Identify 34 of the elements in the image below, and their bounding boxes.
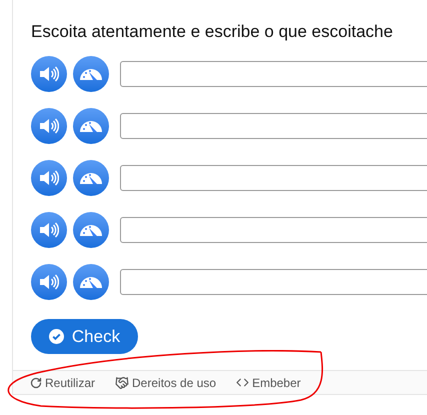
- slow-speed-button[interactable]: [73, 108, 109, 144]
- speaker-icon: [39, 274, 59, 290]
- refresh-icon: [30, 376, 42, 388]
- speaker-icon: [39, 118, 59, 134]
- gauge-icon: [79, 275, 103, 289]
- answer-field[interactable]: [120, 113, 427, 139]
- gauge-icon: [79, 171, 103, 185]
- play-audio-button[interactable]: [31, 212, 67, 248]
- footer-link[interactable]: Reutilizar: [30, 374, 96, 392]
- play-audio-button[interactable]: [31, 264, 67, 300]
- gauge-icon: [79, 223, 103, 237]
- play-audio-button[interactable]: [31, 56, 67, 92]
- gauge-icon: [79, 119, 103, 133]
- code-icon: [236, 376, 250, 389]
- slow-speed-button[interactable]: [73, 56, 109, 92]
- check-button[interactable]: Check: [31, 319, 138, 354]
- answer-field[interactable]: [120, 269, 427, 295]
- footer-link[interactable]: Dereitos de uso: [115, 374, 216, 392]
- footer-link[interactable]: Embeber: [236, 374, 301, 392]
- answer-field[interactable]: [120, 61, 427, 87]
- play-audio-button[interactable]: [31, 160, 67, 196]
- handshake-icon: [115, 376, 130, 390]
- slow-speed-button[interactable]: [73, 212, 109, 248]
- exercise-title: Escoita atentamente e escribe o que escoitache: [31, 21, 394, 43]
- answer-field[interactable]: [120, 217, 427, 243]
- answer-field[interactable]: [120, 165, 427, 191]
- speaker-icon: [39, 66, 59, 82]
- speaker-icon: [39, 222, 59, 238]
- speaker-icon: [39, 170, 59, 186]
- slow-speed-button[interactable]: [73, 160, 109, 196]
- play-audio-button[interactable]: [31, 108, 67, 144]
- check-circle-icon: [48, 329, 64, 344]
- gauge-icon: [79, 67, 103, 81]
- slow-speed-button[interactable]: [73, 264, 109, 300]
